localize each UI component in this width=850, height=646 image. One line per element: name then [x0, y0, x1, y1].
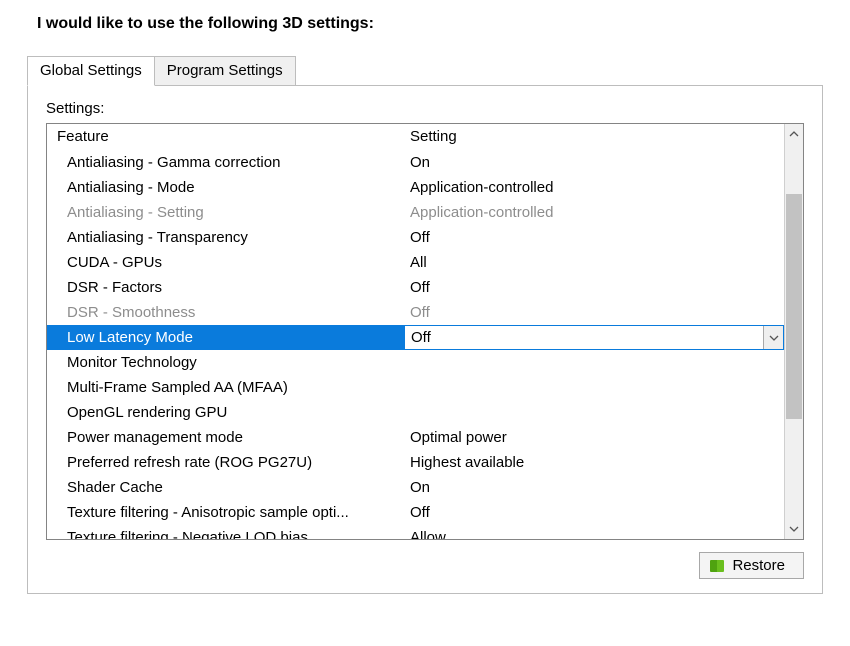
setting-cell: Application-controlled	[404, 200, 784, 225]
setting-cell: Off	[404, 500, 784, 525]
setting-cell-combo: Off Off On	[404, 325, 784, 350]
setting-combobox[interactable]: Off	[404, 325, 784, 350]
table-row[interactable]: CUDA - GPUs All	[47, 250, 784, 275]
feature-cell: Antialiasing - Gamma correction	[47, 150, 404, 175]
table-row[interactable]: OpenGL rendering GPU	[47, 400, 784, 425]
setting-cell: Off	[404, 225, 784, 250]
feature-cell: Texture filtering - Anisotropic sample o…	[47, 500, 404, 525]
feature-cell: Multi-Frame Sampled AA (MFAA)	[47, 375, 404, 400]
column-header-feature[interactable]: Feature	[47, 124, 404, 150]
chevron-down-icon	[769, 335, 779, 341]
table-row[interactable]: Texture filtering - Anisotropic sample o…	[47, 500, 784, 525]
feature-cell: Antialiasing - Mode	[47, 175, 404, 200]
tab-panel-global: Settings: Feature Setting Antialiasing -…	[27, 85, 823, 594]
tab-global-settings[interactable]: Global Settings	[27, 56, 155, 86]
scroll-thumb[interactable]	[786, 194, 802, 419]
setting-cell	[404, 350, 784, 375]
tab-program-settings[interactable]: Program Settings	[155, 56, 296, 86]
table-row[interactable]: Antialiasing - Mode Application-controll…	[47, 175, 784, 200]
feature-cell: OpenGL rendering GPU	[47, 400, 404, 425]
table-row[interactable]: Antialiasing - Transparency Off	[47, 225, 784, 250]
table-row[interactable]: Multi-Frame Sampled AA (MFAA)	[47, 375, 784, 400]
table-row[interactable]: Texture filtering - Negative LOD bias Al…	[47, 525, 784, 539]
nvidia-icon	[710, 560, 724, 572]
restore-button-label: Restore	[732, 557, 785, 574]
table-row[interactable]: Preferred refresh rate (ROG PG27U) Highe…	[47, 450, 784, 475]
setting-cell: On	[404, 150, 784, 175]
feature-cell: Antialiasing - Setting	[47, 200, 404, 225]
restore-button[interactable]: Restore	[699, 552, 804, 579]
scroll-up-button[interactable]	[785, 124, 803, 144]
setting-cell: Highest available	[404, 450, 784, 475]
table-header-row: Feature Setting	[47, 124, 784, 150]
settings-grid: Feature Setting Antialiasing - Gamma cor…	[46, 123, 804, 540]
table-row[interactable]: Antialiasing - Gamma correction On	[47, 150, 784, 175]
table-row[interactable]: DSR - Factors Off	[47, 275, 784, 300]
setting-cell: Off	[404, 275, 784, 300]
table-row[interactable]: Monitor Technology	[47, 350, 784, 375]
setting-cell	[404, 400, 784, 425]
page-title: I would like to use the following 3D set…	[37, 15, 823, 33]
setting-cell	[404, 375, 784, 400]
feature-cell: DSR - Factors	[47, 275, 404, 300]
scroll-down-button[interactable]	[785, 519, 803, 539]
feature-cell: Antialiasing - Transparency	[47, 225, 404, 250]
feature-cell: Power management mode	[47, 425, 404, 450]
vertical-scrollbar[interactable]	[784, 124, 803, 539]
feature-cell: Shader Cache	[47, 475, 404, 500]
setting-cell: All	[404, 250, 784, 275]
setting-cell: On	[404, 475, 784, 500]
setting-cell: Application-controlled	[404, 175, 784, 200]
setting-cell: Optimal power	[404, 425, 784, 450]
feature-cell: Monitor Technology	[47, 350, 404, 375]
tab-bar: Global Settings Program Settings	[27, 55, 823, 85]
chevron-up-icon	[789, 131, 799, 137]
table-row: DSR - Smoothness Off	[47, 300, 784, 325]
feature-cell: Low Latency Mode	[47, 325, 404, 350]
table-row[interactable]: Shader Cache On	[47, 475, 784, 500]
setting-cell: Off	[404, 300, 784, 325]
scroll-track[interactable]	[785, 144, 803, 519]
setting-cell: Allow	[404, 525, 784, 539]
combobox-dropdown-button[interactable]	[763, 326, 783, 349]
chevron-down-icon	[789, 526, 799, 532]
column-header-setting[interactable]: Setting	[404, 124, 784, 150]
feature-cell: Texture filtering - Negative LOD bias	[47, 525, 404, 539]
table-row-selected[interactable]: Low Latency Mode Off Off	[47, 325, 784, 350]
feature-cell: Preferred refresh rate (ROG PG27U)	[47, 450, 404, 475]
settings-label: Settings:	[46, 100, 804, 117]
table-row[interactable]: Power management mode Optimal power	[47, 425, 784, 450]
feature-cell: CUDA - GPUs	[47, 250, 404, 275]
table-row: Antialiasing - Setting Application-contr…	[47, 200, 784, 225]
feature-cell: DSR - Smoothness	[47, 300, 404, 325]
combobox-value: Off	[405, 326, 763, 349]
